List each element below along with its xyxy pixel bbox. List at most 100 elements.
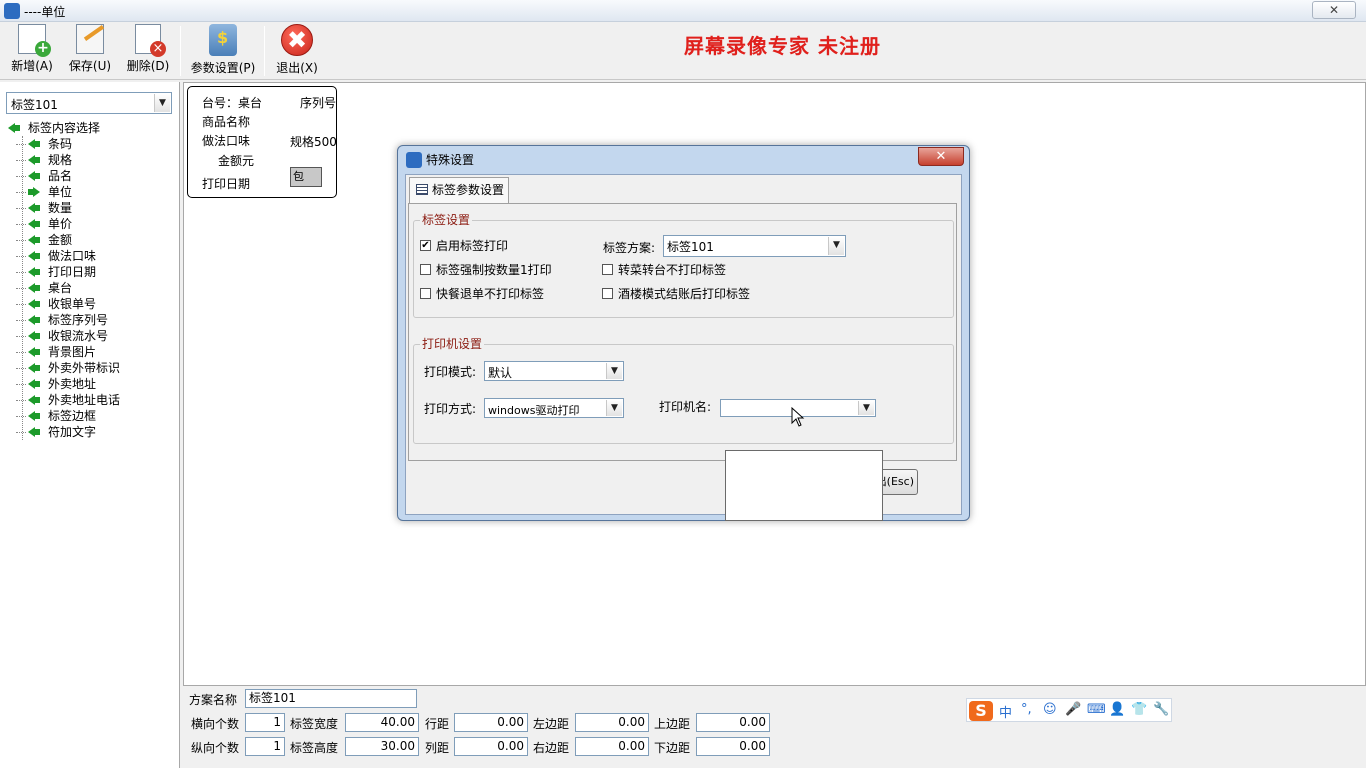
tree-root-label: 标签内容选择 (28, 121, 101, 135)
skin-icon[interactable]: 👕 (1131, 702, 1147, 717)
parameter-settings-button[interactable]: 参数设置(P) (186, 24, 260, 78)
label-height-input[interactable]: 30.00 (345, 737, 419, 756)
tree-item-label: 做法口味 (48, 249, 97, 263)
tree-root[interactable]: 标签内容选择 (6, 120, 176, 136)
watermark-text: 屏幕录像专家 未注册 (684, 34, 881, 58)
force-by-qty-checkbox[interactable]: 标签强制按数量1打印 (420, 262, 552, 278)
chevron-down-icon[interactable]: ▼ (828, 237, 844, 255)
arrow-left-icon (28, 410, 40, 422)
tree-item[interactable]: 外卖地址 (6, 376, 176, 392)
tree-item[interactable]: 单位 (6, 184, 176, 200)
tree-item[interactable]: 做法口味 (6, 248, 176, 264)
print-method-value: windows驱动打印 (488, 404, 580, 417)
label-scheme-label: 标签方案: (603, 241, 656, 255)
checkbox-label: 标签强制按数量1打印 (436, 263, 552, 277)
save-button[interactable]: 保存(U) (66, 24, 114, 78)
print-mode-select[interactable]: 默认 ▼ (484, 361, 624, 381)
printer-name-dropdown-list[interactable] (725, 450, 883, 521)
tree-item-label: 品名 (48, 169, 73, 183)
user-icon[interactable]: 👤 (1109, 702, 1125, 717)
tree-item[interactable]: 标签边框 (6, 408, 176, 424)
special-settings-dialog: 特殊设置 ✕ 标签参数设置 标签设置 ✔ 启用标签打印 标签强制按数量1打印 快… (397, 145, 970, 521)
exit-icon: ✖ (281, 24, 313, 56)
row-gap-label: 行距 (425, 717, 450, 731)
scheme-name-input[interactable]: 标签101 (245, 689, 417, 708)
top-margin-label: 上边距 (654, 717, 691, 731)
print-mode-label: 打印模式: (424, 365, 477, 379)
col-gap-input[interactable]: 0.00 (454, 737, 528, 756)
tree-item[interactable]: 单价 (6, 216, 176, 232)
dialog-body: 标签参数设置 标签设置 ✔ 启用标签打印 标签强制按数量1打印 快餐退单不打印标… (405, 174, 962, 521)
arrow-left-icon (28, 394, 40, 406)
left-margin-input[interactable]: 0.00 (575, 713, 649, 732)
tab-label-params[interactable]: 标签参数设置 (409, 177, 509, 203)
preview-flavor[interactable]: 做法口味 (202, 132, 250, 149)
tree-item[interactable]: 规格 (6, 152, 176, 168)
tree-item-label: 收银流水号 (48, 329, 109, 343)
parameter-settings-icon (209, 24, 237, 56)
delete-button[interactable]: 删除(D) (124, 24, 172, 78)
chinese-mode-icon[interactable]: 中 (999, 702, 1012, 721)
tree-item[interactable]: 外卖地址电话 (6, 392, 176, 408)
printer-settings-title: 打印机设置 (420, 337, 485, 351)
window-close-button[interactable]: ✕ (1312, 1, 1356, 19)
chevron-down-icon[interactable]: ▼ (606, 400, 622, 416)
tree-item[interactable]: 打印日期 (6, 264, 176, 280)
tree-item[interactable]: 收银流水号 (6, 328, 176, 344)
tree-item-label: 标签边框 (48, 409, 97, 423)
tree-item[interactable]: 数量 (6, 200, 176, 216)
preview-bag[interactable]: 包 (290, 167, 322, 187)
left-panel: 标签101 ▼ 标签内容选择 条码 规格 品名 单位 数量 单价 金额 做法口味… (0, 82, 180, 768)
transfer-no-print-checkbox[interactable]: 转菜转台不打印标签 (602, 262, 726, 278)
ime-toolbar[interactable]: S 中 °, ☺ 🎤 ⌨ 👤 👕 🔧 (966, 698, 1172, 722)
microphone-icon[interactable]: 🎤 (1065, 702, 1081, 717)
h-count-input[interactable]: 1 (245, 713, 285, 732)
preview-serial[interactable]: 序列号 (292, 94, 336, 111)
preview-amount[interactable]: 金额元 (218, 152, 254, 169)
tree-item[interactable]: 背景图片 (6, 344, 176, 360)
tree-item[interactable]: 符加文字 (6, 424, 176, 440)
tree-item[interactable]: 桌台 (6, 280, 176, 296)
punctuation-icon[interactable]: °, (1021, 702, 1032, 717)
preview-print-date[interactable]: 打印日期 (202, 175, 250, 192)
arrow-right-icon (28, 186, 40, 198)
preview-product-name[interactable]: 商品名称 (202, 113, 250, 130)
tree-item[interactable]: 外卖外带标识 (6, 360, 176, 376)
v-count-input[interactable]: 1 (245, 737, 285, 756)
tree-item[interactable]: 标签序列号 (6, 312, 176, 328)
print-method-select[interactable]: windows驱动打印 ▼ (484, 398, 624, 418)
top-margin-input[interactable]: 0.00 (696, 713, 770, 732)
tree-item[interactable]: 条码 (6, 136, 176, 152)
scheme-select[interactable]: 标签101 ▼ (6, 92, 172, 114)
emoji-icon[interactable]: ☺ (1043, 702, 1057, 717)
arrow-left-icon (28, 426, 40, 438)
right-margin-input[interactable]: 0.00 (575, 737, 649, 756)
chevron-down-icon[interactable]: ▼ (154, 94, 170, 112)
arrow-left-icon (28, 154, 40, 166)
label-preview[interactable]: 台号：桌台 序列号 商品名称 做法口味 规格500 金额元 打印日期 包 (187, 86, 337, 198)
bottom-margin-label: 下边距 (654, 741, 691, 755)
arrow-left-icon (28, 234, 40, 246)
chevron-down-icon[interactable]: ▼ (858, 401, 874, 415)
sogou-logo-icon[interactable]: S (969, 701, 993, 721)
new-button[interactable]: 新增(A) (8, 24, 56, 78)
keyboard-icon[interactable]: ⌨ (1087, 702, 1106, 717)
exit-button[interactable]: ✖ 退出(X) (272, 24, 322, 78)
enable-label-print-checkbox[interactable]: ✔ 启用标签打印 (420, 238, 508, 254)
tools-icon[interactable]: 🔧 (1153, 702, 1169, 717)
preview-table[interactable]: 台号：桌台 (202, 94, 262, 111)
bottom-margin-input[interactable]: 0.00 (696, 737, 770, 756)
checkbox-label: 快餐退单不打印标签 (436, 287, 545, 301)
label-scheme-select[interactable]: 标签101 ▼ (663, 235, 846, 257)
label-width-input[interactable]: 40.00 (345, 713, 419, 732)
row-gap-input[interactable]: 0.00 (454, 713, 528, 732)
tree-item[interactable]: 品名 (6, 168, 176, 184)
restaurant-mode-print-checkbox[interactable]: 酒楼模式结账后打印标签 (602, 286, 750, 302)
tree-item[interactable]: 收银单号 (6, 296, 176, 312)
fast-refund-no-print-checkbox[interactable]: 快餐退单不打印标签 (420, 286, 544, 302)
tree-item[interactable]: 金额 (6, 232, 176, 248)
preview-spec[interactable]: 规格500 (290, 133, 336, 150)
dialog-close-button[interactable]: ✕ (918, 147, 964, 166)
chevron-down-icon[interactable]: ▼ (606, 363, 622, 379)
dialog-title: 特殊设置 (426, 153, 475, 167)
